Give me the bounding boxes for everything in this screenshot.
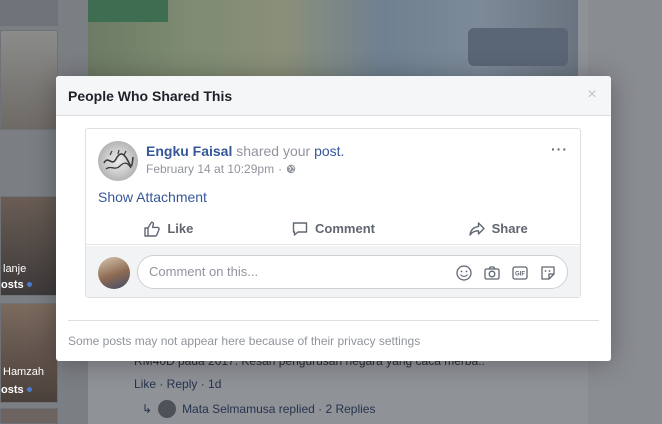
author-name-link[interactable]: Engku Faisal bbox=[146, 143, 232, 159]
svg-text:GIF: GIF bbox=[515, 272, 525, 278]
thumbs-up-icon bbox=[144, 220, 161, 237]
comment-composer: GIF bbox=[86, 246, 580, 297]
post-action-bar: Like Comment Share bbox=[86, 213, 580, 245]
background-thumbnail: lanje osts bbox=[0, 196, 58, 296]
background-thumbnail bbox=[0, 408, 58, 424]
privacy-note: Some posts may not appear here because o… bbox=[68, 334, 421, 348]
reply-avatar bbox=[158, 400, 177, 418]
background-name: Hamzah bbox=[3, 366, 44, 378]
post-link[interactable]: post. bbox=[314, 143, 344, 159]
camera-icon[interactable] bbox=[483, 264, 501, 282]
sticker-icon[interactable] bbox=[539, 264, 557, 282]
reply-text: Mata Selmamusa replied · 2 Replies bbox=[182, 402, 376, 416]
shared-text: shared your bbox=[236, 143, 311, 159]
background-name: lanje bbox=[3, 263, 27, 275]
comment-button[interactable]: Comment bbox=[251, 213, 416, 244]
post-time-row: February 14 at 10:29pm · bbox=[146, 162, 344, 176]
comment-input[interactable] bbox=[149, 264, 429, 279]
photo-car bbox=[468, 28, 568, 66]
post-header: Engku Faisal shared your post. February … bbox=[98, 141, 344, 181]
background-photo bbox=[88, 0, 578, 80]
comment-box[interactable]: GIF bbox=[137, 255, 568, 289]
background-reply-row: ↳ Mata Selmamusa replied · 2 Replies bbox=[142, 400, 375, 418]
background-thumbnail: Hamzah osts bbox=[0, 303, 58, 403]
background-posts: osts bbox=[1, 384, 32, 396]
dialog-title: People Who Shared This bbox=[68, 87, 233, 104]
share-label: Share bbox=[491, 221, 528, 236]
emoji-icon[interactable] bbox=[455, 264, 473, 282]
background-posts: osts bbox=[1, 279, 32, 291]
comment-attachment-icons: GIF bbox=[455, 264, 557, 282]
background-thumbnail bbox=[0, 0, 58, 26]
more-options-button[interactable]: ··· bbox=[551, 141, 568, 157]
show-attachment-link[interactable]: Show Attachment bbox=[98, 189, 207, 205]
post-meta: Engku Faisal shared your post. February … bbox=[146, 141, 344, 181]
like-button[interactable]: Like bbox=[86, 213, 251, 244]
calligraphy-icon bbox=[103, 149, 134, 170]
close-icon[interactable]: × bbox=[585, 87, 599, 103]
dialog-header: People Who Shared This bbox=[56, 76, 611, 116]
like-label: Like bbox=[167, 221, 194, 236]
post-headline: Engku Faisal shared your post. bbox=[146, 143, 344, 159]
gif-icon[interactable]: GIF bbox=[511, 264, 529, 282]
author-avatar[interactable] bbox=[98, 141, 138, 181]
comment-bubble-icon bbox=[292, 221, 308, 236]
meta-separator: · bbox=[278, 162, 283, 176]
share-button[interactable]: Share bbox=[415, 213, 580, 244]
reply-arrow-icon: ↳ bbox=[142, 402, 153, 416]
share-arrow-icon bbox=[468, 221, 485, 236]
photo-stall bbox=[88, 0, 168, 22]
dialog-divider bbox=[68, 320, 599, 321]
timestamp-link[interactable]: February 14 at 10:29pm bbox=[146, 162, 274, 176]
shared-post-card: Engku Faisal shared your post. February … bbox=[85, 128, 581, 298]
background-comment-actions: Like · Reply · 1d bbox=[134, 377, 222, 391]
globe-icon[interactable] bbox=[286, 164, 296, 174]
shares-dialog: People Who Shared This × Engku Faisal sh… bbox=[56, 76, 611, 361]
background-thumbnail bbox=[0, 30, 58, 130]
viewer-avatar[interactable] bbox=[98, 257, 130, 289]
comment-label: Comment bbox=[315, 221, 375, 236]
